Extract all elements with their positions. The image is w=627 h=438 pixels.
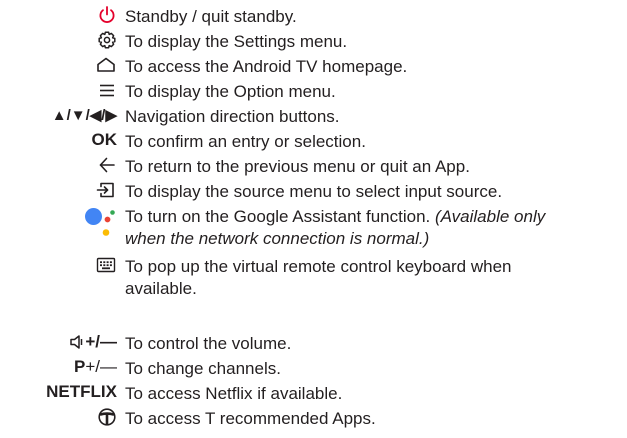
description-line-1: To pop up the virtual remote control key… bbox=[125, 257, 512, 276]
list-item: To return to the previous menu or quit a… bbox=[0, 153, 627, 177]
list-item: To display the Settings menu. bbox=[0, 28, 627, 52]
netflix-key-label: NETFLIX bbox=[46, 382, 117, 401]
list-item: NETFLIX To access Netflix if available. bbox=[0, 380, 627, 404]
list-item: To display the Option menu. bbox=[0, 78, 627, 102]
list-item: +/— To control the volume. bbox=[0, 330, 627, 354]
ok-key-label: OK bbox=[91, 130, 118, 149]
volume-icon bbox=[70, 335, 83, 349]
availability-note-continued: when the network connection is normal.) bbox=[125, 229, 430, 248]
t-apps-icon bbox=[97, 405, 117, 429]
description-line-2: available. bbox=[125, 279, 197, 298]
description: To display the Option menu. bbox=[125, 82, 336, 101]
description: Navigation direction buttons. bbox=[125, 107, 340, 126]
list-item: To pop up the virtual remote control key… bbox=[0, 253, 627, 299]
home-icon bbox=[95, 53, 117, 77]
description: To change channels. bbox=[125, 359, 281, 378]
menu-icon bbox=[97, 78, 117, 102]
description: To access Netflix if available. bbox=[125, 384, 343, 403]
description: To return to the previous menu or quit a… bbox=[125, 157, 470, 176]
description: To pop up the virtual remote control key… bbox=[125, 256, 512, 300]
list-item: To access the Android TV homepage. bbox=[0, 53, 627, 77]
description: To confirm an entry or selection. bbox=[125, 132, 366, 151]
keyboard-icon bbox=[95, 253, 117, 277]
plus-minus-label: +/— bbox=[85, 357, 117, 376]
channel-control-symbol: P +/— bbox=[74, 355, 117, 379]
channel-p-label: P bbox=[74, 357, 86, 376]
input-source-icon bbox=[95, 178, 117, 202]
power-icon bbox=[97, 3, 117, 27]
list-item: ▲/▼/◀/▶ Navigation direction buttons. bbox=[0, 103, 627, 127]
back-arrow-icon bbox=[97, 153, 117, 177]
navigation-arrows: ▲/▼/◀/▶ bbox=[51, 107, 117, 124]
list-item: To display the source menu to select inp… bbox=[0, 178, 627, 202]
list-item: P +/— To change channels. bbox=[0, 355, 627, 379]
description: To control the volume. bbox=[125, 334, 292, 353]
google-assistant-icon bbox=[83, 203, 117, 251]
list-item: OK To confirm an entry or selection. bbox=[0, 128, 627, 152]
list-item: Standby / quit standby. bbox=[0, 3, 627, 27]
volume-control-symbol: +/— bbox=[69, 330, 117, 354]
description: To access the Android TV homepage. bbox=[125, 57, 408, 76]
description: To display the Settings menu. bbox=[125, 32, 348, 51]
plus-minus-label: +/— bbox=[85, 332, 117, 351]
gear-icon bbox=[97, 28, 117, 52]
list-item: To turn on the Google Assistant function… bbox=[0, 203, 627, 249]
description: To display the source menu to select inp… bbox=[125, 182, 503, 201]
description: To access T recommended Apps. bbox=[125, 409, 376, 428]
description: Standby / quit standby. bbox=[125, 7, 297, 26]
availability-note: (Available only bbox=[434, 207, 546, 226]
list-item: To access T recommended Apps. bbox=[0, 405, 627, 429]
description: To turn on the Google Assistant function… bbox=[125, 206, 545, 250]
description-main: To turn on the Google Assistant function… bbox=[125, 207, 431, 226]
